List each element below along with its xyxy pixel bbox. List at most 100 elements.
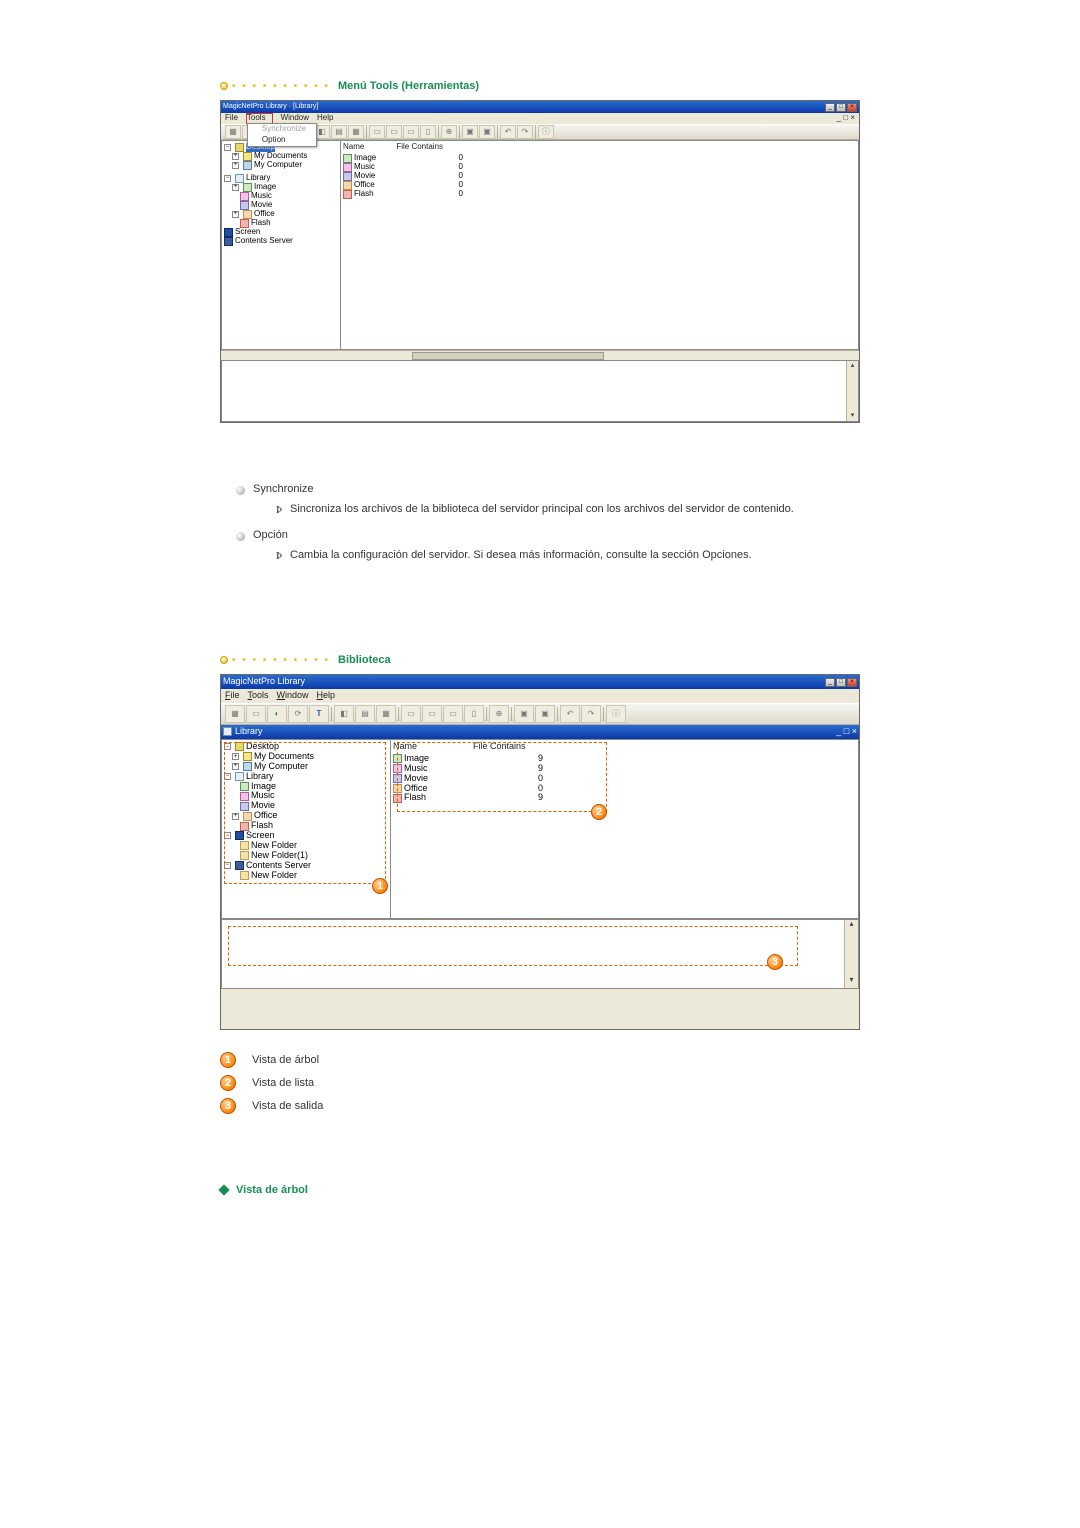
movie-icon — [240, 201, 249, 210]
menu-item-option[interactable]: Option — [248, 135, 316, 146]
file-count: 0 — [423, 172, 463, 181]
bullet-icon — [236, 486, 245, 495]
mdi-close-icon[interactable]: × — [850, 113, 855, 122]
window-footer-gap — [221, 989, 859, 1029]
tb-btn[interactable]: ▦ — [376, 705, 396, 723]
file-count: 0 — [423, 154, 463, 163]
legend-label-2: Vista de lista — [252, 1077, 314, 1089]
section-heading-biblioteca: • • • • • • • • • • Biblioteca — [220, 654, 860, 666]
flash-icon — [343, 190, 352, 199]
bullet-icon — [236, 532, 245, 541]
section-title: Menú Tools (Herramientas) — [338, 80, 479, 92]
tb-btn[interactable]: ↷ — [517, 125, 533, 139]
legend-badge-3: 3 — [220, 1098, 236, 1114]
tb-btn[interactable]: ▦ — [225, 125, 241, 139]
menu-tools[interactable]: Tools — [248, 691, 269, 701]
tb-btn[interactable]: ▣ — [479, 125, 495, 139]
subsection-title: Vista de árbol — [236, 1184, 308, 1196]
tree-view[interactable]: −Desktop +My Documents +My Computer −Lib… — [221, 739, 391, 919]
tb-btn[interactable]: ▭ — [422, 705, 442, 723]
menu-file[interactable]: File — [225, 691, 240, 701]
tb-btn[interactable]: ▣ — [514, 705, 534, 723]
min-icon[interactable]: _ — [825, 678, 835, 687]
mdi-close-icon[interactable]: × — [852, 726, 857, 736]
tree-item[interactable]: Contents Server — [235, 237, 293, 246]
max-icon[interactable]: □ — [836, 678, 846, 687]
tb-btn[interactable]: ⊕ — [489, 705, 509, 723]
tb-btn[interactable]: ▭ — [369, 125, 385, 139]
tb-btn[interactable]: ◐ — [267, 705, 287, 723]
close-icon[interactable]: × — [847, 678, 857, 687]
list-item[interactable]: Flash — [354, 190, 374, 199]
dots-icon: • • • • • • • • • • — [232, 655, 330, 666]
tb-btn[interactable]: ▦ — [348, 125, 364, 139]
menu-tools[interactable]: Tools — [247, 113, 266, 122]
tb-btn[interactable]: ▭ — [403, 125, 419, 139]
tb-btn[interactable]: ▯ — [420, 125, 436, 139]
scroll-up-icon[interactable]: ▴ — [847, 361, 858, 371]
menu-help[interactable]: Help — [317, 691, 336, 701]
min-icon[interactable]: _ — [825, 103, 835, 112]
tb-btn[interactable]: ▤ — [331, 125, 347, 139]
window-title: MagicNetPro Library — [223, 677, 305, 687]
output-area: 3 ▴ ▾ — [221, 919, 859, 989]
file-count: 0 — [423, 190, 463, 199]
tb-btn[interactable]: ▯ — [464, 705, 484, 723]
desktop-icon — [235, 143, 244, 152]
scroll-down-icon[interactable]: ▾ — [845, 976, 858, 988]
menu-item-sync[interactable]: Synchronize — [248, 124, 316, 135]
tb-btn[interactable]: ▣ — [462, 125, 478, 139]
tree-item[interactable]: My Computer — [254, 161, 302, 170]
inner-title: Library — [235, 727, 263, 737]
mdi-min-icon[interactable]: _ — [836, 726, 841, 736]
mydoc-icon — [243, 152, 252, 161]
tb-btn[interactable]: ↶ — [560, 705, 580, 723]
synchronize-heading: Synchronize — [253, 483, 314, 495]
tb-btn[interactable]: ▭ — [401, 705, 421, 723]
callout-box-2 — [397, 742, 607, 812]
menu-file[interactable]: File — [225, 114, 238, 123]
music-icon — [343, 163, 352, 172]
tb-btn[interactable]: ⊕ — [441, 125, 457, 139]
tb-btn[interactable]: T — [309, 705, 329, 723]
subsection-heading: Vista de árbol — [220, 1184, 860, 1196]
tb-btn[interactable]: ▣ — [535, 705, 555, 723]
mdi-max-icon[interactable]: □ — [844, 726, 849, 736]
scrollbar-h[interactable] — [221, 350, 859, 360]
scrollbar-v[interactable]: ▴ ▾ — [846, 361, 858, 421]
tb-btn[interactable]: ▭ — [443, 705, 463, 723]
menu-help[interactable]: Help — [317, 114, 333, 123]
menu-window[interactable]: Window — [281, 114, 309, 123]
menu-window[interactable]: Window — [277, 691, 309, 701]
mdi-min-icon[interactable]: _ — [837, 113, 841, 122]
scroll-up-icon[interactable]: ▴ — [845, 920, 858, 932]
callout-2: 2 — [591, 804, 607, 820]
col-fc: File Contains — [396, 143, 443, 152]
tb-btn[interactable]: ↶ — [500, 125, 516, 139]
tb-btn[interactable]: ▭ — [246, 705, 266, 723]
list-view[interactable]: Name File Contains Image9 Music9 Movie0 … — [391, 739, 859, 919]
scrollbar-v[interactable]: ▴ ▾ — [844, 920, 858, 988]
tb-btn[interactable]: ⓘ — [538, 125, 554, 139]
thorn-icon: Þ — [276, 502, 282, 519]
max-icon[interactable]: □ — [836, 103, 846, 112]
tb-btn[interactable]: ⟳ — [288, 705, 308, 723]
tb-btn[interactable]: ⓘ — [606, 705, 626, 723]
tb-btn[interactable]: ▭ — [386, 125, 402, 139]
list-view[interactable]: Name File Contains Image0 Music0 Movie0 … — [341, 140, 859, 350]
lib-icon — [235, 174, 244, 183]
mycomp-icon — [243, 161, 252, 170]
titlebar: MagicNetPro Library · [Library] _ □ × — [221, 101, 859, 113]
tb-btn[interactable]: ◧ — [334, 705, 354, 723]
mdi-max-icon[interactable]: □ — [843, 113, 848, 122]
tb-btn[interactable]: ↷ — [581, 705, 601, 723]
close-icon[interactable]: × — [847, 103, 857, 112]
tb-btn[interactable]: ▤ — [355, 705, 375, 723]
legend-badge-2: 2 — [220, 1075, 236, 1091]
tree-view[interactable]: −Desktop +My Documents +My Computer −Lib… — [221, 140, 341, 350]
screen-icon — [224, 228, 233, 237]
section-title: Biblioteca — [338, 654, 391, 666]
scroll-down-icon[interactable]: ▾ — [847, 411, 858, 421]
tb-btn[interactable]: ▦ — [225, 705, 245, 723]
callout-3: 3 — [767, 954, 783, 970]
